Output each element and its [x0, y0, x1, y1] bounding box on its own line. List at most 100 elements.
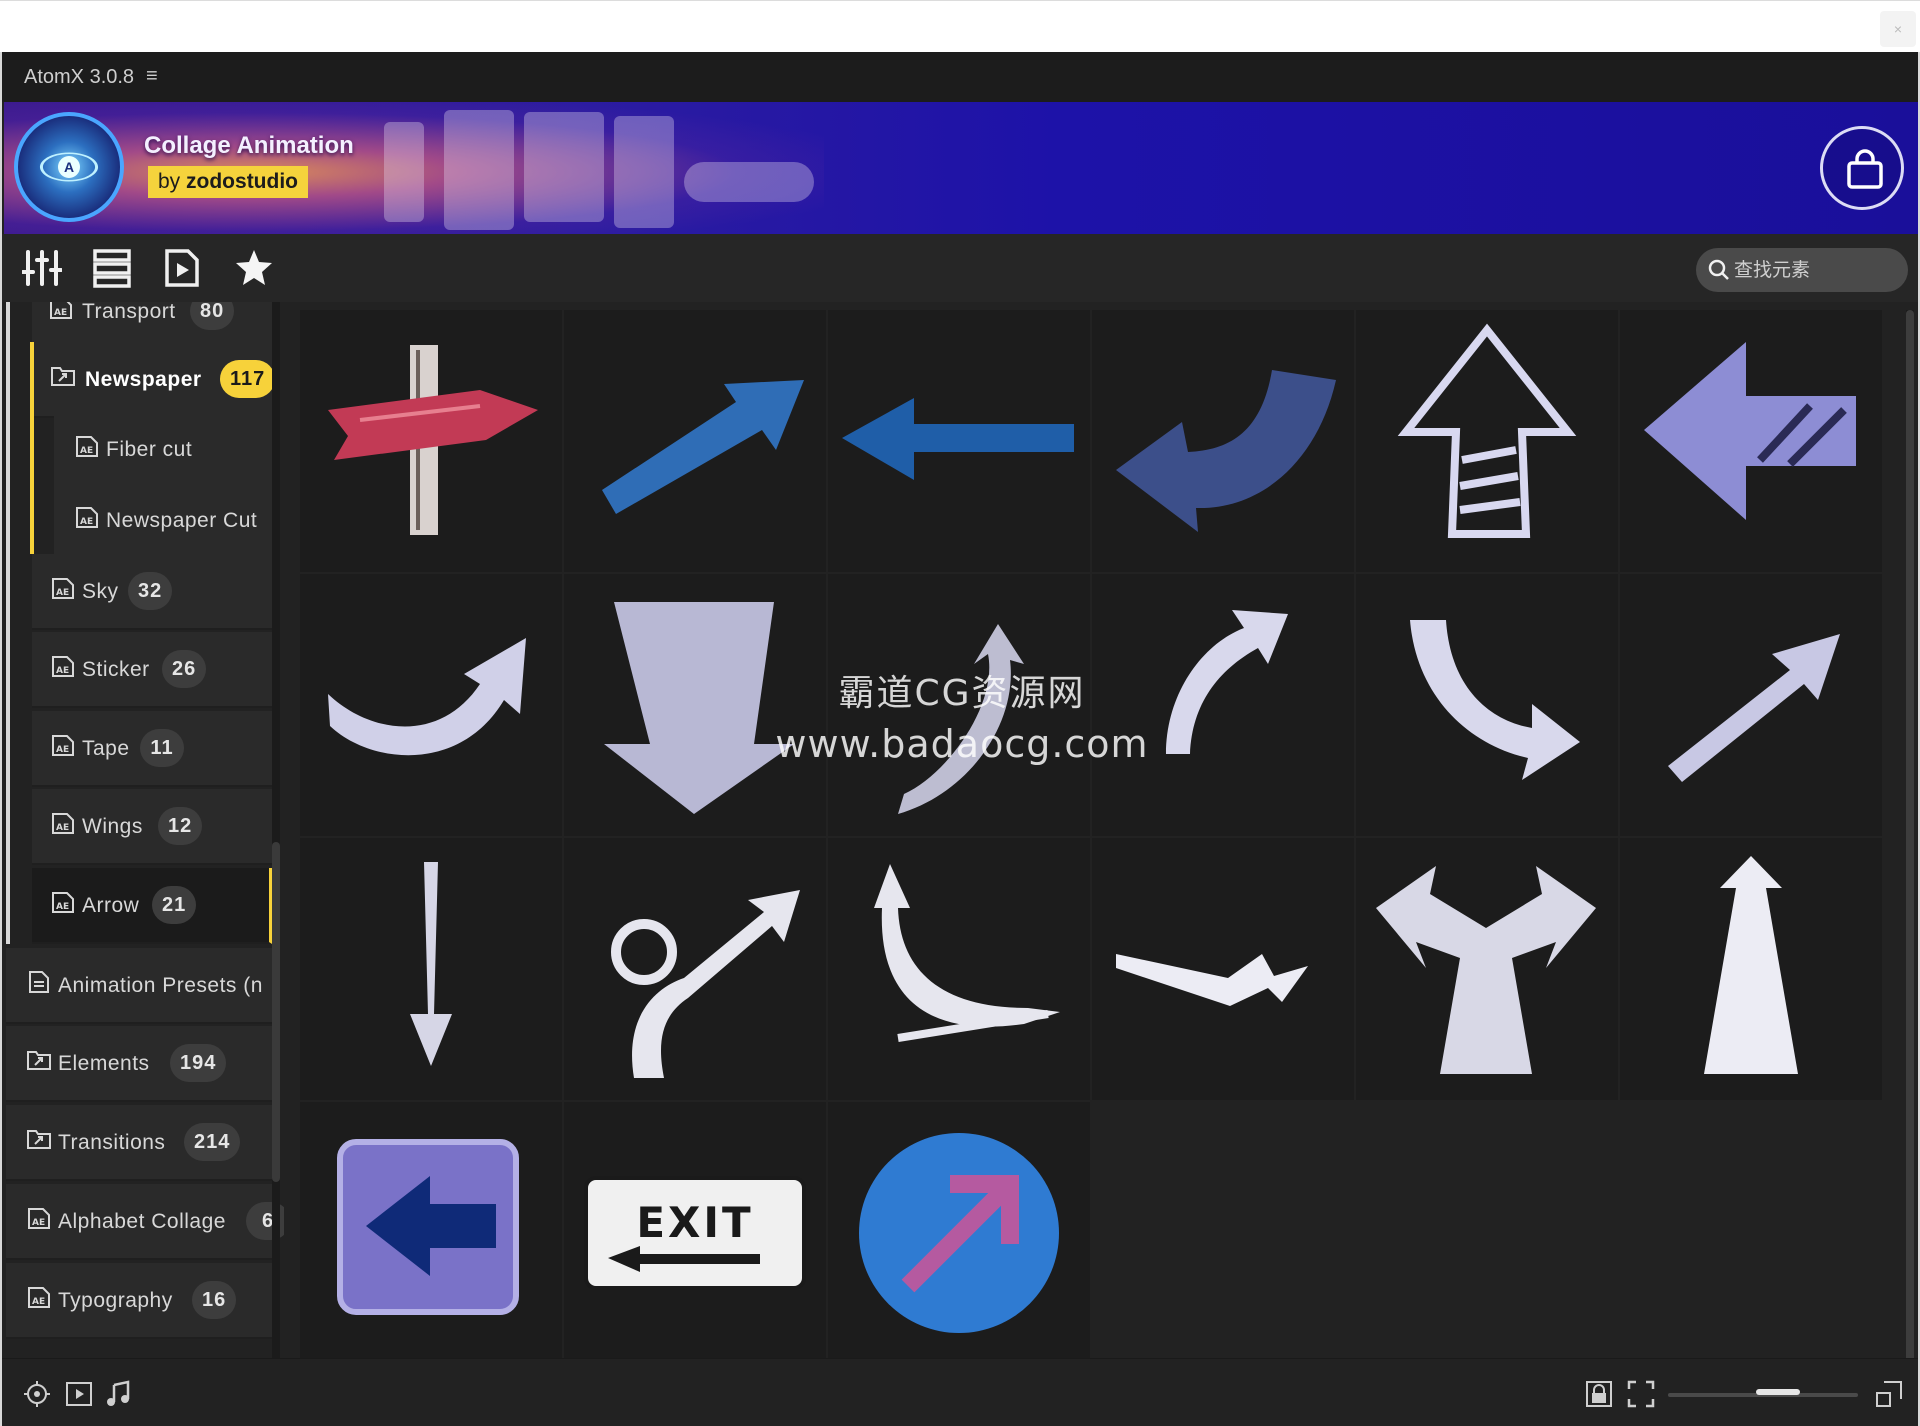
toolbar	[2, 234, 1918, 302]
chalk-down-curve-arrow-icon	[1410, 620, 1580, 780]
favorites-star-icon[interactable]	[234, 248, 274, 288]
sidebar-item[interactable]: AE Newspaper Cut	[54, 483, 272, 559]
ae-file-icon: AE	[48, 302, 74, 320]
pack-banner[interactable]: A Collage Animation by zodostudio	[4, 102, 1918, 234]
thumbnail-chalk-up-arrow[interactable]	[1356, 310, 1618, 572]
ae-file-icon: AE	[50, 576, 76, 600]
sidebar-item[interactable]: Transitions 214	[6, 1105, 272, 1181]
search-box[interactable]	[1696, 248, 1908, 292]
document-icon	[26, 970, 52, 994]
thumbnail-grid: EXIT	[300, 310, 1882, 1406]
banner-author: zodostudio	[186, 170, 299, 193]
sidebar-item[interactable]: AE Wings 12	[32, 789, 272, 865]
thumbnail-blue-left-arrow[interactable]	[828, 310, 1090, 572]
ae-file-icon: AE	[26, 1206, 52, 1230]
thumbnail-loop-arrow[interactable]	[564, 838, 826, 1100]
media-file-icon[interactable]	[162, 248, 202, 288]
svg-text:AE: AE	[56, 823, 69, 833]
thumbnail-chalk-diagonal-arrow[interactable]	[1620, 574, 1882, 836]
ae-file-icon: AE	[50, 654, 76, 678]
svg-text:AE: AE	[32, 1218, 45, 1228]
app-title: AtomX 3.0.8	[24, 66, 135, 88]
ae-file-icon: AE	[74, 505, 100, 529]
thumbnail-thin-down-arrow[interactable]	[300, 838, 562, 1100]
zigzag-right-arrow-icon	[1116, 954, 1308, 1006]
thumbnail-blue-left-sign[interactable]	[300, 1102, 562, 1364]
thumbnail-chalk-down-curve-arrow[interactable]	[1356, 574, 1618, 836]
count-badge: 214	[184, 1123, 241, 1161]
folder-link-icon	[26, 1048, 52, 1072]
hamburger-menu-icon[interactable]: ≡	[146, 65, 158, 88]
sliders-icon[interactable]	[22, 248, 62, 288]
sidebar-item[interactable]: AE Tape 11	[32, 711, 272, 787]
thumbnail-s-curve-arrow[interactable]	[828, 838, 1090, 1100]
folder-link-icon	[26, 1127, 52, 1151]
curved-left-arrow-icon	[1116, 370, 1336, 532]
sidebar-item[interactable]: Elements 194	[6, 1026, 272, 1102]
thumbnail-chalk-curved-right-arrow[interactable]	[300, 574, 562, 836]
lock-icon[interactable]	[1584, 1379, 1614, 1409]
grid-scroll-thumb[interactable]	[1906, 310, 1914, 1400]
search-input[interactable]	[1734, 256, 1894, 284]
count-badge: 21	[152, 886, 197, 924]
blue-left-sign-icon	[337, 1139, 519, 1315]
expand-icon[interactable]	[1874, 1379, 1904, 1409]
svg-text:AE: AE	[32, 1297, 45, 1307]
count-badge: 26	[162, 650, 207, 688]
sidebar-item[interactable]: AE Alphabet Collage 6	[6, 1184, 284, 1260]
round-blue-sign-icon	[859, 1133, 1059, 1333]
thumbnail-zigzag-right-arrow[interactable]	[1092, 838, 1354, 1100]
status-bar	[2, 1358, 1918, 1426]
thumbnail-blue-diagonal-arrow[interactable]	[564, 310, 826, 572]
ae-file-icon: AE	[26, 1285, 52, 1309]
thumbnail-curved-left-arrow[interactable]	[1092, 310, 1354, 572]
svg-text:AE: AE	[56, 902, 69, 912]
sidebar-item[interactable]: AE Sky 32	[32, 554, 272, 630]
loop-arrow-icon	[611, 890, 800, 1078]
sidebar-scroll-thumb[interactable]	[272, 842, 280, 1182]
sidebar-item[interactable]: AE Typography 16	[6, 1263, 272, 1339]
svg-text:AE: AE	[54, 308, 67, 318]
banner-author-badge: by zodostudio	[148, 166, 309, 198]
window-close-button[interactable]: ×	[1880, 11, 1916, 47]
thumbnail-chalk-left-arrow[interactable]	[1620, 310, 1882, 572]
banner-by-prefix: by	[158, 170, 181, 193]
target-icon[interactable]	[22, 1379, 52, 1409]
shop-button[interactable]	[1820, 126, 1904, 210]
video-play-icon[interactable]	[64, 1379, 94, 1409]
svg-text:AE: AE	[56, 745, 69, 755]
music-note-icon[interactable]	[104, 1379, 134, 1409]
chalk-diagonal-arrow-icon	[1668, 634, 1840, 782]
thumbnail-wooden-signpost-arrow[interactable]	[300, 310, 562, 572]
thin-down-arrow-icon	[410, 862, 452, 1066]
thumbnail-tall-up-arrow[interactable]	[1620, 838, 1882, 1100]
chalk-left-arrow-icon	[1644, 342, 1856, 520]
sidebar-item-label: Wings	[82, 815, 143, 838]
sidebar-item-label: Fiber cut	[106, 438, 193, 461]
split-arrow-icon	[1376, 866, 1596, 1074]
sidebar-item[interactable]: AE Sticker 26	[32, 632, 272, 708]
watermark-line-1: 霸道CG资源网	[838, 673, 1086, 714]
blue-left-arrow-icon	[842, 398, 1074, 480]
thumbnail-exit-sign[interactable]: EXIT	[564, 1102, 826, 1364]
svg-text:AE: AE	[56, 588, 69, 598]
thumbnail-round-blue-sign[interactable]	[828, 1102, 1090, 1364]
zoom-slider-thumb[interactable]	[1756, 1389, 1800, 1395]
transport-group-accent	[6, 302, 10, 944]
fit-frame-icon[interactable]	[1626, 1379, 1656, 1409]
sidebar-item-label: Elements	[58, 1052, 150, 1075]
sidebar-item-label: Newspaper Cut	[106, 509, 258, 532]
list-view-icon[interactable]	[92, 248, 132, 288]
count-badge: 194	[170, 1044, 227, 1082]
sidebar-item[interactable]: AE Arrow 21	[32, 868, 272, 944]
count-badge: 32	[128, 572, 173, 610]
thumbnail-split-arrow[interactable]	[1356, 838, 1618, 1100]
sidebar-item[interactable]: Newspaper 117	[32, 342, 276, 418]
sidebar-item[interactable]: AE Fiber cut	[54, 412, 272, 488]
sidebar-item[interactable]: Animation Presets (n	[6, 948, 272, 1024]
ae-file-icon: AE	[50, 733, 76, 757]
svg-text:AE: AE	[80, 517, 93, 527]
shopping-bag-icon	[1847, 149, 1883, 189]
search-icon	[1708, 259, 1729, 280]
banner-title: Collage Animation	[144, 132, 354, 159]
